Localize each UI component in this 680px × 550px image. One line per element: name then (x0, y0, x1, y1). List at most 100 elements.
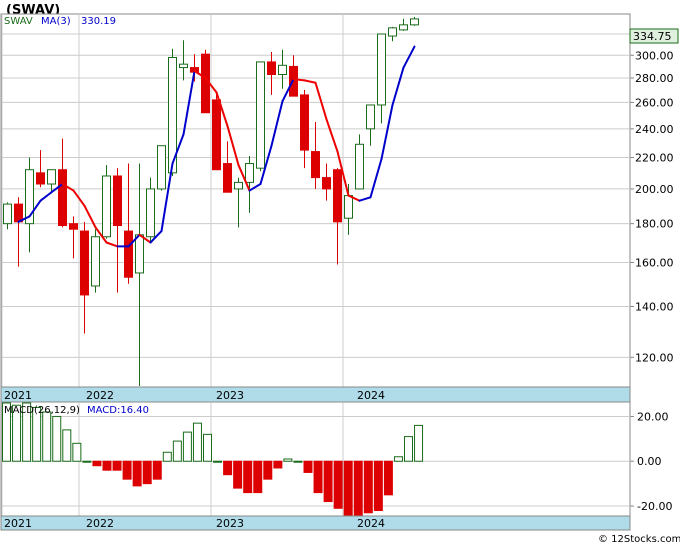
candle-body (14, 203, 23, 223)
price-tick-label: 140.00 (635, 301, 674, 314)
candle-body (201, 53, 210, 114)
macd-bar (393, 456, 403, 462)
macd-bar (152, 460, 162, 480)
macd-bar (203, 433, 212, 462)
candle-body (410, 18, 419, 26)
macd-bar (404, 436, 413, 462)
macd-bar (313, 460, 323, 494)
candle-body (355, 143, 364, 190)
macd-bar (72, 442, 82, 462)
macd-bar (213, 460, 223, 463)
candle-body (300, 94, 309, 151)
price-tick-label: 280.00 (635, 72, 674, 85)
price-panel-frame (0, 13, 631, 403)
macd-year-label: 2024 (357, 517, 385, 530)
chart-canvas: (SWAV) 120.00140.00160.00180.00200.00220… (0, 3, 680, 545)
macd-bar (122, 460, 132, 480)
candle-body (47, 169, 56, 185)
macd-bar (223, 460, 233, 476)
candle-body (333, 169, 342, 223)
macd-bar (192, 422, 202, 462)
ma-segment (292, 78, 306, 82)
price-tick-label: 260.00 (635, 96, 674, 109)
macd-bar (132, 460, 142, 487)
candle-body (80, 230, 89, 296)
macd-bar (283, 458, 293, 462)
stock-chart: (SWAV) 120.00 140.00 160.00 180.00 200.00 220… (0, 0, 680, 546)
macd-year-label: 2023 (216, 517, 244, 530)
candle-body (69, 223, 78, 230)
macd-bar (323, 460, 333, 503)
price-tick-label: 300.00 (635, 49, 674, 62)
price-tick-label: 160.00 (635, 256, 674, 269)
macd-tick-label: 20.00 (637, 410, 669, 423)
macd-legend-value: MACD:16.40 (87, 405, 149, 416)
macd-bar (42, 411, 52, 462)
candle-body (388, 27, 397, 37)
price-tick-label: 220.00 (635, 152, 674, 165)
macd-bar (333, 460, 343, 509)
legend-ma-label: MA(3) (41, 16, 71, 27)
price-year-label: 2021 (4, 389, 32, 402)
candle-body (278, 64, 287, 75)
candle-body (311, 151, 320, 179)
candle-body (179, 63, 188, 69)
macd-bar (233, 460, 243, 489)
macd-bar (253, 460, 263, 494)
candle-body (256, 61, 265, 169)
candle-body (36, 172, 45, 185)
macd-bar (353, 460, 363, 518)
macd-bar (92, 460, 102, 467)
price-tick-label: 200.00 (635, 183, 674, 196)
candle-body (223, 163, 232, 193)
macd-bar (182, 431, 192, 462)
macd-bar (343, 460, 353, 518)
macd-year-label: 2022 (86, 517, 114, 530)
candle-body (267, 61, 276, 75)
candle-body (245, 163, 254, 183)
candle-body (58, 169, 67, 226)
macd-bar (263, 460, 273, 480)
candle-body (344, 195, 353, 219)
macd-bar (373, 460, 383, 512)
candle-body (124, 230, 133, 278)
macd-bar (112, 460, 122, 471)
macd-bar (363, 460, 373, 514)
macd-bar (102, 460, 112, 471)
macd-bar (273, 460, 283, 469)
candle-body (366, 104, 375, 130)
macd-y-axis: 20.00 0.00 -20.00 (630, 410, 672, 513)
candle-body (212, 99, 221, 171)
candle-body (377, 33, 386, 106)
price-tick-label: 240.00 (635, 123, 674, 136)
macd-bar (162, 451, 172, 462)
candle-body (113, 175, 122, 226)
macd-bar (52, 415, 62, 462)
candle-body (146, 188, 155, 238)
macd-bar (82, 460, 92, 463)
price-tick-label: 180.00 (635, 218, 674, 231)
macd-bar (142, 460, 152, 485)
candle-body (157, 145, 166, 190)
macd-tick-label: -20.00 (637, 500, 672, 513)
macd-tick-label: 0.00 (637, 455, 662, 468)
price-tick-label: 120.00 (635, 351, 674, 364)
candle-body (91, 236, 100, 287)
macd-bar (293, 460, 303, 463)
candle-body (322, 177, 331, 190)
macd-year-label: 2021 (4, 517, 32, 530)
macd-bar (414, 424, 424, 462)
price-year-label: 2022 (86, 389, 114, 402)
macd-bar (383, 460, 393, 496)
macd-legend: MACD(26,12,9) (4, 405, 80, 416)
legend-symbol: SWAV (4, 16, 33, 27)
price-year-label: 2024 (357, 389, 385, 402)
candle-body (399, 24, 408, 31)
price-y-axis: 120.00 140.00 160.00 180.00 200.00 220.00 240.… (630, 28, 674, 364)
legend-ma-value: 330.19 (81, 16, 116, 27)
candle-body (135, 234, 144, 274)
macd-bar (303, 460, 313, 473)
macd-bar (172, 440, 182, 462)
candle-body (3, 203, 12, 225)
macd-bar (243, 460, 253, 494)
